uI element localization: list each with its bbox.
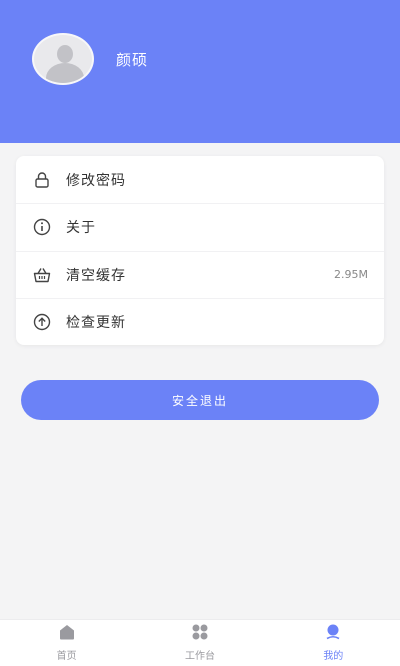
settings-menu: 修改密码 关于 清空缓存 2.95M 检查更新 (16, 156, 384, 345)
tab-label: 工作台 (184, 651, 215, 662)
lock-icon (32, 170, 52, 190)
menu-item-check-update[interactable]: 检查更新 (16, 297, 384, 345)
user-icon (324, 624, 342, 644)
menu-item-label: 检查更新 (66, 314, 126, 331)
profile-header: 颜硕 (0, 0, 400, 143)
avatar-head-shape (57, 45, 73, 63)
menu-item-label: 修改密码 (66, 172, 126, 189)
basket-icon (32, 265, 52, 285)
tab-mine[interactable]: 我的 (267, 620, 400, 666)
grid-icon (191, 624, 209, 644)
menu-item-label: 关于 (66, 220, 96, 237)
menu-item-change-password[interactable]: 修改密码 (16, 156, 384, 203)
upload-circle-icon (32, 312, 52, 332)
menu-item-clear-cache[interactable]: 清空缓存 2.95M (16, 250, 384, 298)
logout-button[interactable]: 安全退出 (21, 380, 379, 420)
tab-workbench[interactable]: 工作台 (133, 620, 266, 666)
menu-item-label: 清空缓存 (66, 267, 126, 284)
username: 颜硕 (116, 51, 149, 69)
tab-home[interactable]: 首页 (0, 620, 133, 666)
info-icon (32, 217, 52, 237)
avatar[interactable] (32, 33, 94, 85)
avatar-body-shape (46, 63, 84, 83)
menu-item-about[interactable]: 关于 (16, 203, 384, 250)
cache-size: 2.95M (334, 268, 368, 282)
home-icon (58, 624, 76, 644)
bottom-tab-bar: 首页 工作台 我的 (0, 619, 400, 666)
tab-label: 我的 (323, 651, 344, 662)
tab-label: 首页 (56, 651, 77, 662)
